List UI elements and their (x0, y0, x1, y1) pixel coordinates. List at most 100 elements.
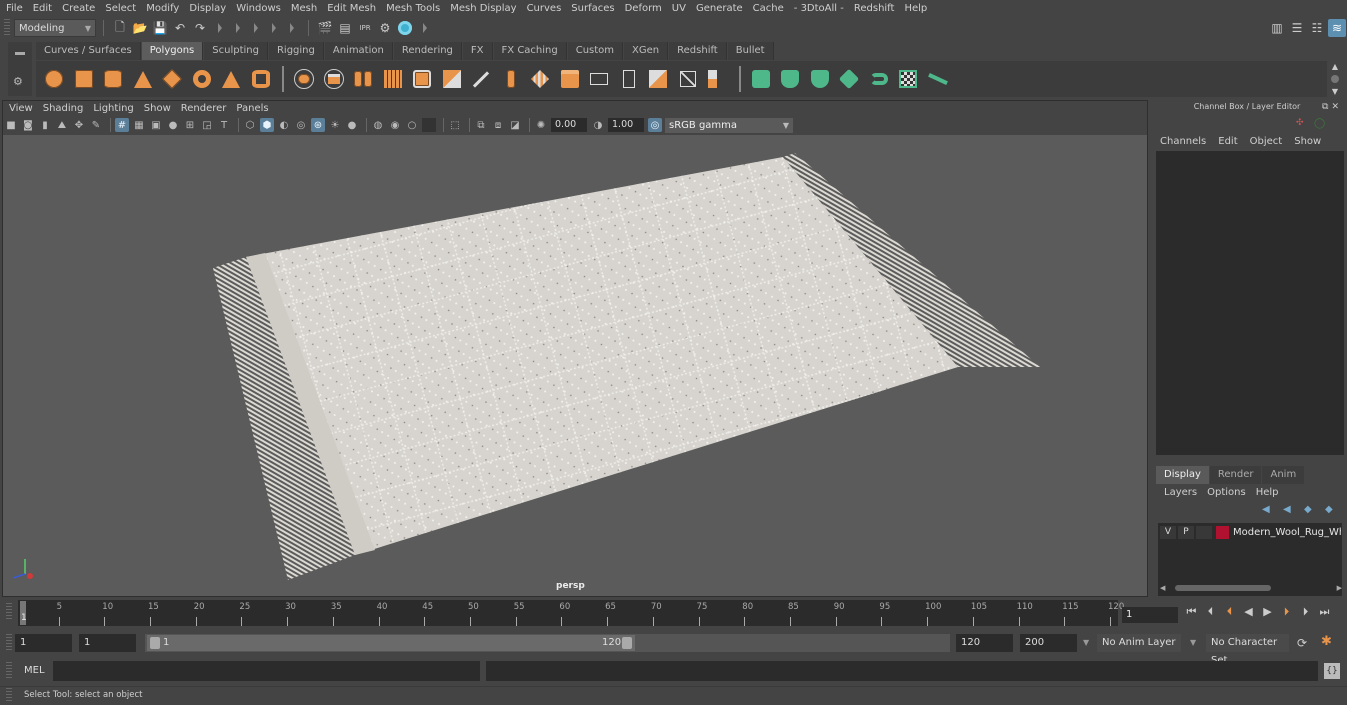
screen-space-ao-icon[interactable]: ◍ (371, 118, 385, 132)
manipulator-icon[interactable]: ✣ (1296, 118, 1304, 128)
grease-pencil-icon[interactable]: ✎ (89, 118, 103, 132)
3d-viewport[interactable] (3, 135, 1147, 596)
insert-edge-loop-icon[interactable] (558, 67, 582, 91)
field-chart-icon[interactable]: ⊞ (183, 118, 197, 132)
scroll-right-icon[interactable]: ▶ (1337, 584, 1342, 592)
scroll-down-icon[interactable]: ▼ (1332, 87, 1338, 96)
bridge-icon[interactable] (469, 67, 493, 91)
new-layer-icon[interactable]: ◆ (1304, 504, 1318, 516)
uv-editor-icon[interactable] (896, 67, 920, 91)
step-forward-key-icon[interactable]: ⏵ (1277, 605, 1296, 619)
scroll-up-icon[interactable]: ▲ (1332, 62, 1338, 71)
play-backwards-icon[interactable]: ◀ (1239, 605, 1258, 619)
grid-icon[interactable]: # (115, 118, 129, 132)
animation-preferences-icon[interactable]: ✱ (1321, 634, 1332, 649)
scroll-thumb[interactable] (1175, 585, 1272, 591)
collapse-arrow-icon[interactable] (423, 23, 427, 33)
collapse-arrow-icon[interactable] (236, 23, 240, 33)
cb-menu-show[interactable]: Show (1294, 136, 1321, 147)
shelf-tab-redshift[interactable]: Redshift (669, 42, 727, 60)
panel-menu-lighting[interactable]: Lighting (93, 103, 133, 114)
render-settings-icon[interactable]: ⚙ (376, 19, 394, 37)
render-frame-icon[interactable]: ▤ (336, 19, 354, 37)
modeling-toolkit-icon[interactable]: ▥ (1268, 19, 1286, 37)
extract-icon[interactable] (676, 67, 700, 91)
layer-playback-toggle[interactable]: P (1178, 526, 1194, 539)
layer-menu-layers[interactable]: Layers (1164, 487, 1197, 498)
command-language-toggle[interactable]: MEL (24, 665, 45, 676)
textured-icon[interactable]: ⊛ (311, 118, 325, 132)
gate-mask-icon[interactable]: ● (166, 118, 180, 132)
use-all-lights-icon[interactable]: ☀ (328, 118, 342, 132)
cb-menu-edit[interactable]: Edit (1218, 136, 1237, 147)
step-forward-frame-icon[interactable]: ⏵ (1296, 605, 1315, 619)
shelf-tab-polygons[interactable]: Polygons (141, 42, 204, 60)
boolean-icon[interactable] (705, 67, 729, 91)
menu-mesh[interactable]: Mesh (291, 3, 317, 14)
panel-menu-shading[interactable]: Shading (43, 103, 84, 114)
script-editor-icon[interactable]: {} (1324, 663, 1340, 679)
range-slider[interactable] (147, 635, 635, 651)
range-end-handle[interactable] (622, 637, 632, 649)
redo-icon[interactable]: ↷ (191, 19, 209, 37)
xray-joints-icon[interactable]: ◪ (508, 118, 522, 132)
chevron-down-icon[interactable]: ▼ (1083, 638, 1089, 647)
film-gate-icon[interactable]: ▦ (132, 118, 146, 132)
poly-torus-icon[interactable] (190, 67, 214, 91)
shelf-tab-animation[interactable]: Animation (324, 42, 393, 60)
menu-generate[interactable]: Generate (696, 3, 743, 14)
menu-display[interactable]: Display (189, 3, 226, 14)
cylindrical-map-icon[interactable] (778, 67, 802, 91)
menu-mesh-display[interactable]: Mesh Display (450, 3, 516, 14)
poly-sphere-icon[interactable] (42, 67, 66, 91)
bevel-icon[interactable] (410, 67, 434, 91)
channel-box-icon[interactable]: ≋ (1328, 19, 1346, 37)
wireframe-on-shaded-icon[interactable]: ◎ (294, 118, 308, 132)
safe-title-icon[interactable]: T (217, 118, 231, 132)
collapse-arrow-icon[interactable] (290, 23, 294, 33)
poly-cylinder-icon[interactable] (101, 67, 125, 91)
bookmark-icon[interactable]: ▮ (38, 118, 52, 132)
menu-cache[interactable]: Cache (753, 3, 784, 14)
shelf-tab-curves-surfaces[interactable]: Curves / Surfaces (36, 42, 141, 60)
select-camera-icon[interactable]: ■ (4, 118, 18, 132)
float-panel-icon[interactable]: ⧉ (1322, 102, 1328, 112)
merge-icon[interactable] (587, 67, 611, 91)
menu-3dtoall[interactable]: - 3DtoAll - (794, 3, 844, 14)
layer-visibility-toggle[interactable]: V (1160, 526, 1176, 539)
cut-uv-icon[interactable] (926, 67, 950, 91)
layer-tab-anim[interactable]: Anim (1262, 466, 1305, 484)
2d-pan-zoom-icon[interactable]: ✥ (72, 118, 86, 132)
motion-blur-icon[interactable]: ◉ (388, 118, 402, 132)
collapse-arrow-icon[interactable] (218, 23, 222, 33)
menu-edit[interactable]: Edit (33, 3, 52, 14)
multi-cut-icon[interactable] (499, 67, 523, 91)
shelf-tab-xgen[interactable]: XGen (624, 42, 669, 60)
menu-mesh-tools[interactable]: Mesh Tools (386, 3, 440, 14)
go-to-start-icon[interactable]: ⏮ (1182, 605, 1201, 619)
tool-settings-icon[interactable]: ☷ (1308, 19, 1326, 37)
scene-end-field[interactable]: 200 (1020, 634, 1077, 652)
poly-pyramid-icon[interactable] (219, 67, 243, 91)
anti-aliasing-icon[interactable]: ○ (405, 118, 419, 132)
poly-plane-icon[interactable] (160, 67, 184, 91)
use-default-material-icon[interactable]: ◐ (277, 118, 291, 132)
grip-handle[interactable] (4, 19, 10, 37)
ipr-render-icon[interactable]: IPR (356, 19, 374, 37)
view-transform-dropdown[interactable]: sRGB gamma ▼ (665, 117, 793, 133)
isolate-select-icon[interactable]: ⬚ (448, 118, 462, 132)
smooth-shade-icon[interactable]: ⬢ (260, 118, 274, 132)
shelf-tab-rendering[interactable]: Rendering (393, 42, 462, 60)
layer-menu-help[interactable]: Help (1256, 487, 1279, 498)
shelf-tab-custom[interactable]: Custom (567, 42, 624, 60)
time-slider[interactable]: 5 10 15 20 25 30 35 40 45 50 55 60 65 70 75 80 85 90 95 100… (18, 600, 1124, 626)
smooth-icon[interactable] (381, 67, 405, 91)
color-management-icon[interactable]: ◎ (648, 118, 662, 132)
cb-menu-channels[interactable]: Channels (1160, 136, 1206, 147)
scene-start-field[interactable]: 1 (15, 634, 72, 652)
shelf-settings-icon[interactable]: ⚙ (13, 75, 23, 88)
anim-layer-dropdown[interactable]: No Anim Layer (1097, 634, 1181, 652)
poly-pipe-icon[interactable] (249, 67, 273, 91)
scroll-thumb[interactable] (1331, 75, 1339, 83)
new-scene-icon[interactable]: 🗋 (111, 19, 129, 37)
